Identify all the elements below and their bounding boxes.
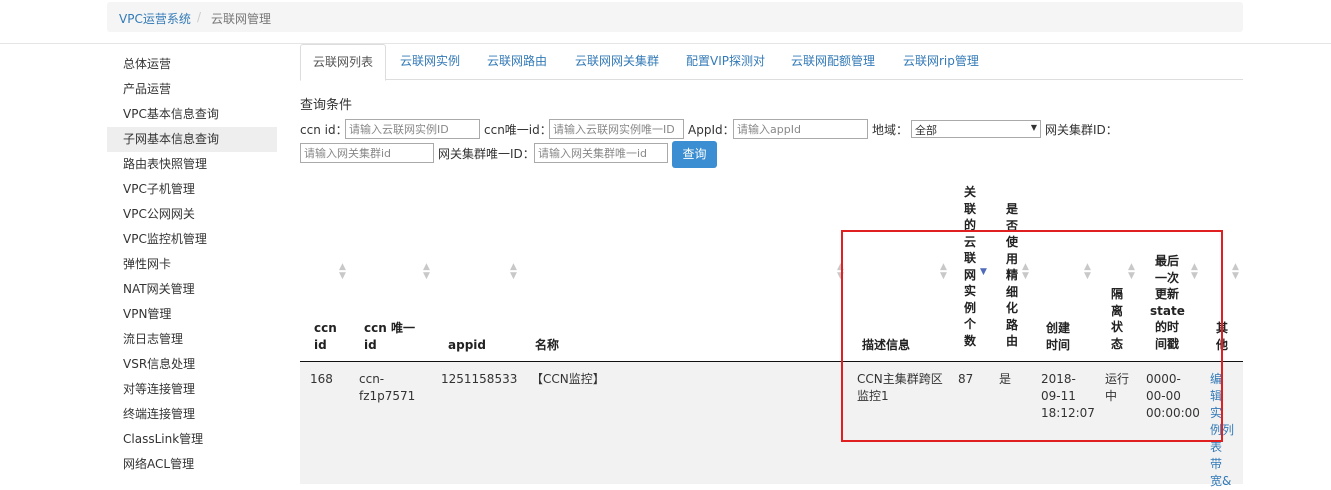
col-ccn-uid-line2: id	[364, 337, 377, 352]
cell-ccn-id: 168	[310, 372, 333, 386]
sort-icon[interactable]: ▲ ▼	[339, 263, 346, 281]
tab-ccn-rip[interactable]: 云联网rip管理	[903, 44, 979, 78]
region-select-value: 全部	[915, 124, 937, 137]
sidebar-item[interactable]: 网络ACL管理	[107, 452, 277, 477]
ccn-uid-label: ccn唯一id：	[484, 123, 552, 137]
ccn-id-input[interactable]	[345, 119, 480, 139]
cell-name: 【CCN监控】	[531, 372, 605, 386]
gateway-cluster-label: 网关集群ID：	[1045, 123, 1118, 137]
gateway-cluster-input[interactable]	[300, 143, 434, 163]
region-label: 地域：	[872, 123, 909, 137]
sidebar-item[interactable]: VPN管理	[107, 302, 277, 327]
breadcrumb: VPC运营系统 / 云联网管理	[107, 2, 1243, 32]
ccn-uid-input[interactable]	[549, 119, 684, 139]
sidebar-item[interactable]: 总体运营	[107, 52, 277, 77]
sidebar-item[interactable]: 产品运营	[107, 77, 277, 102]
header-char: 关	[963, 185, 976, 199]
sidebar-item[interactable]: VPC公网网关	[107, 202, 277, 227]
sidebar-item[interactable]: NAT网关管理	[107, 277, 277, 302]
dropdown-arrow-icon: ▼	[1030, 123, 1037, 132]
sidebar-item[interactable]: 终端连接管理	[107, 402, 277, 427]
search-button[interactable]: 查询	[672, 141, 717, 168]
sidebar-item[interactable]: 路由表快照管理	[107, 152, 277, 177]
sidebar-item[interactable]: VSR信息处理	[107, 352, 277, 377]
tab-ccn-instance[interactable]: 云联网实例	[400, 44, 460, 78]
gateway-cluster-uid-label: 网关集群唯一ID：	[438, 147, 535, 161]
sidebar-item[interactable]: 子网基本信息查询	[107, 127, 277, 152]
action-link-text[interactable]: 宽&	[1210, 473, 1240, 490]
col-ccn-id-line1: ccn	[314, 321, 337, 335]
tab-ccn-gateway-cluster[interactable]: 云联网网关集群	[575, 44, 659, 78]
region-select[interactable]: 全部 ▼	[911, 120, 1041, 138]
breadcrumb-separator: /	[197, 10, 202, 24]
header-char: 联	[963, 201, 976, 216]
breadcrumb-root-link[interactable]: VPC运营系统	[119, 10, 191, 27]
tab-ccn-quota[interactable]: 云联网配额管理	[791, 44, 875, 78]
sidebar-item[interactable]: ClassLink管理	[107, 427, 277, 452]
sidebar-item[interactable]: VPC子机管理	[107, 177, 277, 202]
breadcrumb-current: 云联网管理	[211, 12, 272, 26]
col-ccn-uid-header[interactable]: ccn 唯一 id	[364, 320, 415, 353]
cell-ccn-uid: ccn- fz1p7571	[359, 371, 415, 405]
tab-vip-probe[interactable]: 配置VIP探测对	[686, 44, 765, 78]
query-title: 查询条件	[300, 98, 353, 113]
col-ccn-id-line2: id	[314, 337, 327, 352]
action-link-text[interactable]: 带	[1210, 456, 1240, 473]
sidebar-item[interactable]: 对等连接管理	[107, 377, 277, 402]
sidebar-item[interactable]: VPC基本信息查询	[107, 102, 277, 127]
col-appid-header[interactable]: appid	[448, 337, 486, 354]
appid-input[interactable]	[733, 119, 868, 139]
col-name-header[interactable]: 名称	[535, 337, 559, 354]
gateway-cluster-uid-input[interactable]	[534, 143, 668, 163]
sidebar-item[interactable]: 流日志管理	[107, 327, 277, 352]
sort-icon[interactable]: ▲ ▼	[1232, 263, 1239, 281]
cell-appid: 1251158533	[441, 372, 518, 386]
col-ccn-id-header[interactable]: ccn id	[314, 320, 337, 353]
sidebar-item[interactable]: VPC监控机管理	[107, 227, 277, 252]
header-char: 是	[1005, 202, 1018, 216]
sort-icon[interactable]: ▲ ▼	[510, 263, 517, 281]
tab-ccn-route[interactable]: 云联网路由	[487, 44, 547, 78]
cell-ccn-uid-line1: ccn-	[359, 372, 385, 386]
appid-label: AppId：	[688, 123, 735, 137]
tab-ccn-list[interactable]: 云联网列表	[300, 44, 387, 81]
sidebar: 总体运营 产品运营 VPC基本信息查询 子网基本信息查询 路由表快照管理 VPC子机管理 V…	[107, 52, 277, 477]
sort-icon[interactable]: ▲ ▼	[423, 263, 430, 281]
highlight-box	[841, 230, 1223, 442]
sidebar-item[interactable]: 弹性网卡	[107, 252, 277, 277]
ccn-id-label: ccn id：	[300, 123, 348, 137]
cell-ccn-uid-line2: fz1p7571	[359, 389, 416, 403]
tab-bar: 云联网列表 云联网实例 云联网路由 云联网网关集群 配置VIP探测对 云联网配额…	[300, 44, 1243, 81]
col-ccn-uid-line1: ccn 唯一	[364, 321, 415, 335]
